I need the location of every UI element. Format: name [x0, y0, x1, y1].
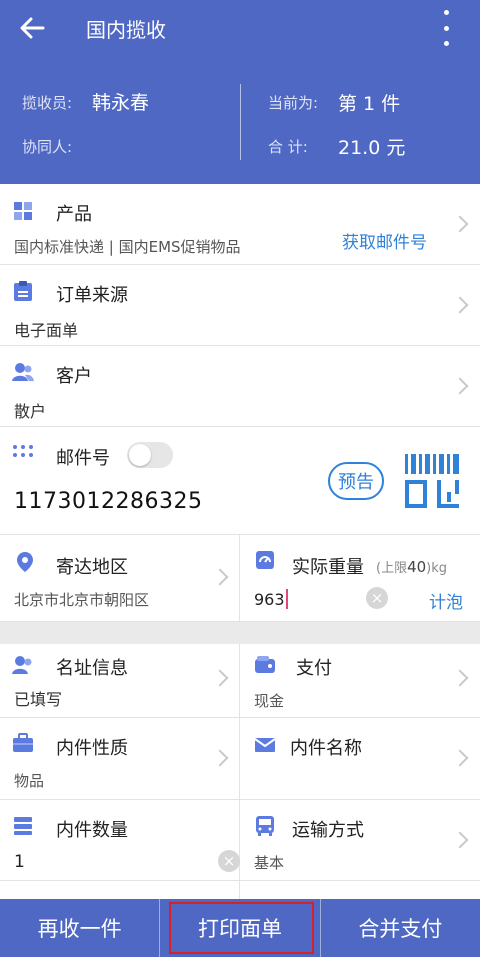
content-count-input[interactable]: 1	[14, 852, 25, 872]
total-label: 合 计:	[268, 138, 308, 156]
chevron-right-icon	[451, 296, 469, 314]
weight-cell: 实际重量 (上限40)kg 963 × 计泡	[240, 535, 480, 622]
more-vertical-icon	[443, 10, 449, 15]
content-type-cell[interactable]: 内件性质 物品	[0, 718, 240, 800]
collector-name: 韩永春	[92, 92, 150, 114]
collect-another-button[interactable]: 再收一件	[0, 899, 159, 957]
user-icon	[12, 361, 34, 383]
envelope-icon	[254, 734, 276, 756]
more-menu-button[interactable]	[436, 10, 456, 46]
payment-cell[interactable]: 支付 现金	[240, 644, 480, 718]
assistant-label: 协同人:	[22, 138, 73, 156]
address-info-value: 已填写	[14, 690, 63, 709]
payment-title: 支付	[296, 658, 332, 679]
clipboard-icon	[12, 280, 34, 302]
address-info-title: 名址信息	[56, 658, 128, 679]
order-source-title: 订单来源	[56, 285, 128, 306]
transport-value: 基本	[254, 854, 285, 872]
total-value: 21.0 元	[338, 137, 406, 159]
section-gap	[0, 622, 480, 644]
transport-cell[interactable]: 运输方式 基本	[240, 800, 480, 881]
customer-title: 客户	[56, 366, 92, 387]
transport-title: 运输方式	[292, 820, 364, 841]
product-row[interactable]: 产品 国内标准快递 | 国内EMS促销物品 获取邮件号	[0, 184, 480, 265]
next-row-left-partial	[0, 881, 240, 899]
chevron-right-icon	[451, 669, 469, 687]
toggle-knob	[129, 444, 151, 466]
bottom-action-bar: 再收一件 打印面单 合并支付	[0, 899, 480, 957]
address-info-cell[interactable]: 名址信息 已填写	[0, 644, 240, 718]
content-count-title: 内件数量	[56, 820, 128, 841]
chevron-right-icon	[451, 377, 469, 395]
grid-icon	[12, 200, 34, 222]
briefcase-icon	[12, 732, 34, 754]
order-source-row[interactable]: 订单来源 电子面单	[0, 265, 480, 346]
destination-value: 北京市北京市朝阳区	[14, 591, 150, 609]
app-bar: 国内揽收	[0, 0, 480, 56]
customer-row[interactable]: 客户 散户	[0, 346, 480, 427]
chevron-right-icon	[451, 831, 469, 849]
content-count-cell: 内件数量 1 ×	[0, 800, 240, 881]
summary-panel: 揽收员: 韩永春 协同人: 当前为: 第 1 件 合 计: 21.0 元	[0, 56, 480, 184]
order-source-value: 电子面单	[14, 321, 79, 340]
next-row-right-partial	[240, 881, 480, 899]
mail-number-toggle[interactable]	[127, 442, 173, 468]
mail-number-title: 邮件号	[56, 448, 110, 469]
content-name-cell[interactable]: 内件名称	[240, 718, 480, 800]
content-type-title: 内件性质	[56, 738, 128, 759]
chevron-right-icon	[211, 568, 229, 586]
current-value: 第 1 件	[338, 93, 401, 115]
chevron-right-icon	[451, 749, 469, 767]
clear-weight-button[interactable]: ×	[366, 587, 388, 609]
text-caret	[285, 589, 288, 609]
merge-payment-button[interactable]: 合并支付	[321, 899, 480, 957]
chevron-right-icon	[211, 669, 229, 687]
clear-count-button[interactable]: ×	[218, 850, 240, 872]
address-card-icon	[12, 654, 34, 676]
customer-value: 散户	[14, 402, 47, 421]
preview-button[interactable]: 预告	[328, 462, 384, 500]
print-waybill-button[interactable]: 打印面单	[159, 899, 321, 957]
content-type-value: 物品	[14, 772, 45, 790]
product-title: 产品	[56, 204, 92, 225]
collector-label: 揽收员:	[22, 94, 73, 112]
chevron-right-icon	[451, 215, 469, 233]
arrow-left-icon	[20, 17, 45, 39]
weight-limit: (上限40)kg	[376, 558, 448, 576]
back-button[interactable]	[4, 0, 60, 56]
chevron-right-icon	[211, 749, 229, 767]
product-value: 国内标准快递 | 国内EMS促销物品	[14, 238, 241, 256]
destination-cell[interactable]: 寄达地区 北京市北京市朝阳区	[0, 535, 240, 622]
stack-icon	[12, 815, 34, 837]
weight-title: 实际重量	[292, 557, 364, 578]
content-name-title: 内件名称	[290, 738, 362, 759]
location-pin-icon	[14, 551, 36, 573]
summary-divider	[240, 84, 241, 160]
get-mail-number-link[interactable]: 获取邮件号	[342, 228, 427, 253]
destination-title: 寄达地区	[56, 557, 128, 578]
barcode-scan-icon[interactable]	[403, 452, 463, 510]
volumetric-weight-link[interactable]: 计泡	[429, 588, 463, 613]
bus-icon	[254, 815, 276, 837]
scale-icon	[254, 549, 276, 571]
payment-value: 现金	[254, 692, 285, 710]
dots-icon	[12, 441, 34, 463]
current-label: 当前为:	[268, 94, 319, 112]
weight-input[interactable]: 963	[254, 589, 288, 609]
page-title: 国内揽收	[86, 17, 166, 42]
mail-number-value[interactable]: 1173012286325	[14, 489, 202, 514]
wallet-icon	[254, 654, 276, 676]
